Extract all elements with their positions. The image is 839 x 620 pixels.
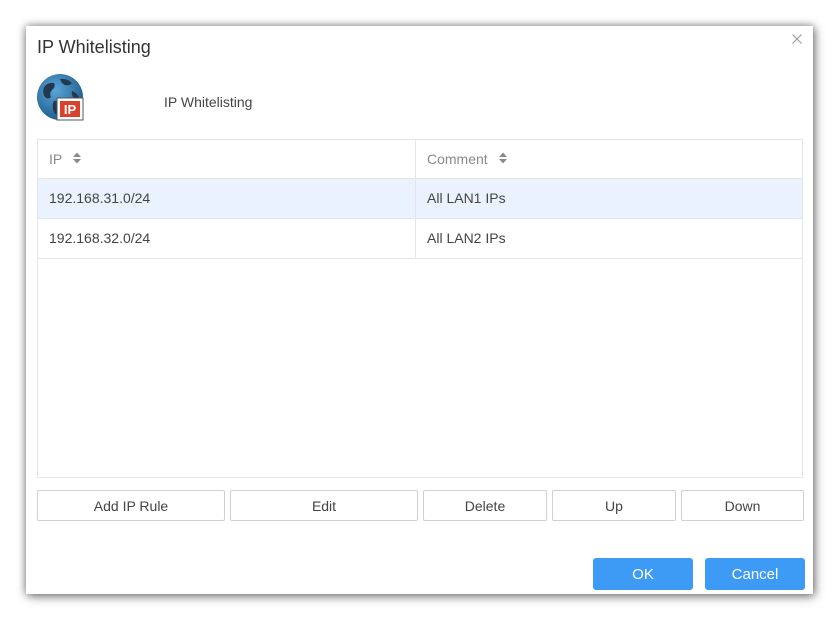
table-header: IP Comment (38, 140, 802, 179)
column-header-comment[interactable]: Comment (416, 140, 803, 178)
column-header-label: Comment (427, 151, 488, 167)
ip-rules-table: IP Comment 192.168.31.0/24 All LAN1 IPs … (37, 139, 803, 478)
comment-cell: All LAN1 IPs (427, 190, 506, 206)
column-header-label: IP (49, 151, 62, 167)
delete-button[interactable]: Delete (423, 490, 547, 521)
comment-cell: All LAN2 IPs (427, 230, 506, 246)
dialog-subtitle: IP Whitelisting (164, 94, 253, 110)
down-button[interactable]: Down (681, 490, 804, 521)
ip-globe-logo: IP (36, 73, 88, 125)
cancel-button[interactable]: Cancel (705, 558, 805, 590)
logo-text: IP (64, 102, 77, 117)
up-button[interactable]: Up (552, 490, 676, 521)
ip-cell: 192.168.32.0/24 (38, 219, 416, 258)
table-row[interactable]: 192.168.32.0/24 All LAN2 IPs (38, 219, 802, 259)
ip-whitelisting-dialog: IP Whitelisting IP IP Whitelisting IP Co… (26, 26, 813, 594)
column-header-ip[interactable]: IP (38, 140, 416, 178)
ok-button[interactable]: OK (593, 558, 693, 590)
ip-cell: 192.168.31.0/24 (38, 179, 416, 218)
sort-icon[interactable] (498, 140, 508, 178)
sort-icon[interactable] (72, 140, 82, 178)
table-row[interactable]: 192.168.31.0/24 All LAN1 IPs (38, 179, 802, 219)
close-icon[interactable] (789, 31, 805, 47)
dialog-title: IP Whitelisting (37, 37, 151, 57)
add-ip-rule-button[interactable]: Add IP Rule (37, 490, 225, 521)
edit-button[interactable]: Edit (230, 490, 418, 521)
